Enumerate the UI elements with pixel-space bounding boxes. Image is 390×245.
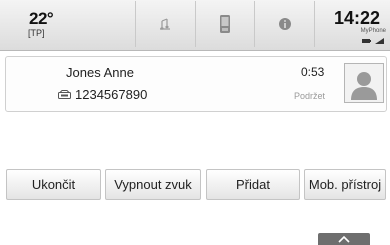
- music-note-icon: [160, 18, 171, 30]
- active-call-row[interactable]: Jones Anne 1234567890 0:53 Podržet: [5, 56, 387, 112]
- phone-icon: [220, 15, 230, 33]
- call-actions: Ukončit Vypnout zvuk Přidat Mob. přístro…: [0, 164, 390, 208]
- end-call-button[interactable]: Ukončit: [6, 169, 101, 200]
- tab-info[interactable]: [254, 1, 316, 47]
- hold-label[interactable]: Podržet: [294, 91, 325, 101]
- mobile-device-button[interactable]: Mob. přístroj: [304, 169, 386, 200]
- phone-number: 1234567890: [75, 87, 148, 102]
- temperature-mode-label: [TP]: [28, 28, 45, 38]
- contact-name: Jones Anne: [66, 65, 134, 80]
- clock: 14:22: [333, 8, 380, 28]
- call-duration: 0:53: [301, 65, 325, 79]
- add-call-button[interactable]: Přidat: [206, 169, 300, 200]
- tab-audio[interactable]: [135, 1, 195, 47]
- app-tabs: [135, 1, 316, 47]
- scroll-up-button[interactable]: [318, 233, 370, 245]
- mobile-phone-icon: [58, 90, 71, 99]
- contact-silhouette-icon: [351, 72, 377, 100]
- info-icon: [278, 18, 291, 30]
- status-bar: 22° [TP] 14:22 MyPhone: [0, 0, 390, 51]
- tab-phone[interactable]: [194, 1, 255, 47]
- contact-avatar: [344, 63, 384, 103]
- temperature-display[interactable]: 22°: [29, 9, 54, 29]
- signal-battery-icon: [362, 38, 384, 44]
- chevron-up-icon: [338, 235, 350, 243]
- call-area: Jones Anne 1234567890 0:53 Podržet: [0, 51, 390, 163]
- mute-button[interactable]: Vypnout zvuk: [105, 169, 201, 200]
- operator-name: MyPhone: [360, 28, 386, 34]
